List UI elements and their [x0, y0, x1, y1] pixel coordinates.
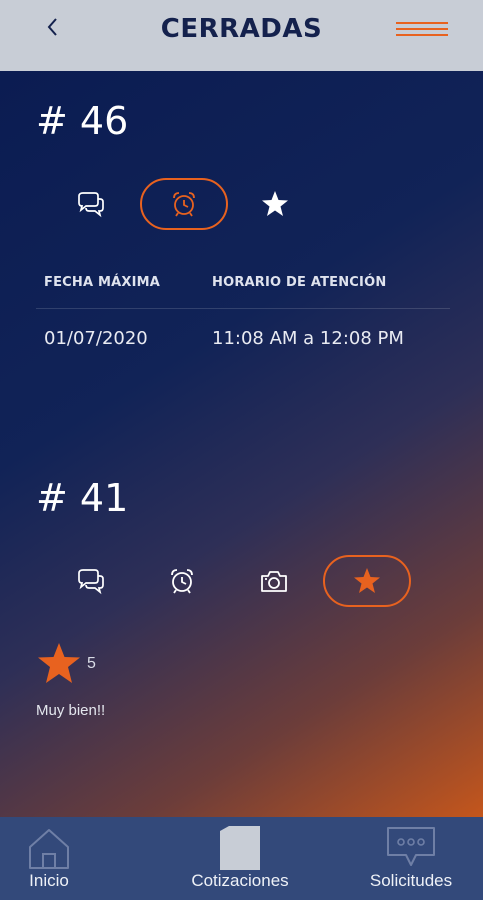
app-header: CERRADAS — [0, 0, 483, 71]
order-number: # 46 — [36, 99, 129, 143]
nav-label: Solicitudes — [369, 871, 453, 890]
tab-photos[interactable] — [230, 555, 318, 607]
tab-alarm[interactable] — [138, 555, 226, 607]
table-header-schedule: HORARIO DE ATENCIÓN — [212, 275, 387, 290]
tab-alarm[interactable] — [140, 178, 228, 230]
table-cell-date: 01/07/2020 — [44, 328, 148, 349]
camera-icon — [261, 571, 287, 592]
table-cell-schedule: 11:08 AM a 12:08 PM — [212, 328, 404, 349]
nav-label: Inicio — [29, 871, 69, 890]
document-icon — [220, 826, 260, 870]
menu-button[interactable] — [392, 18, 452, 42]
comments-icon — [78, 192, 104, 218]
alarm-clock-icon — [173, 192, 195, 217]
menu-icon — [396, 22, 448, 36]
rating-value: 5 — [87, 655, 96, 672]
tab-rating[interactable] — [231, 178, 319, 230]
nav-inicio[interactable]: Inicio — [0, 817, 98, 900]
tab-rating[interactable] — [323, 555, 411, 607]
review-comment: Muy bien!! — [36, 702, 106, 719]
order-number: # 41 — [36, 476, 129, 520]
star-icon — [262, 191, 288, 216]
home-icon — [29, 829, 69, 869]
star-icon — [354, 568, 380, 593]
nav-cotizaciones[interactable]: Cotizaciones — [150, 817, 330, 900]
table-header-date: FECHA MÁXIMA — [44, 275, 161, 290]
tab-comments[interactable] — [46, 555, 134, 607]
tab-comments[interactable] — [46, 178, 134, 230]
nav-label: Cotizaciones — [191, 871, 289, 890]
bottom-navigation: Inicio Cotizaciones Solicitudes — [0, 817, 483, 900]
table-divider — [36, 308, 450, 309]
nav-solicitudes[interactable]: Solicitudes — [355, 817, 467, 900]
rating-star-icon — [38, 643, 80, 683]
alarm-clock-icon — [171, 569, 193, 594]
chat-bubble-icon — [387, 827, 435, 866]
comments-icon — [78, 569, 104, 595]
